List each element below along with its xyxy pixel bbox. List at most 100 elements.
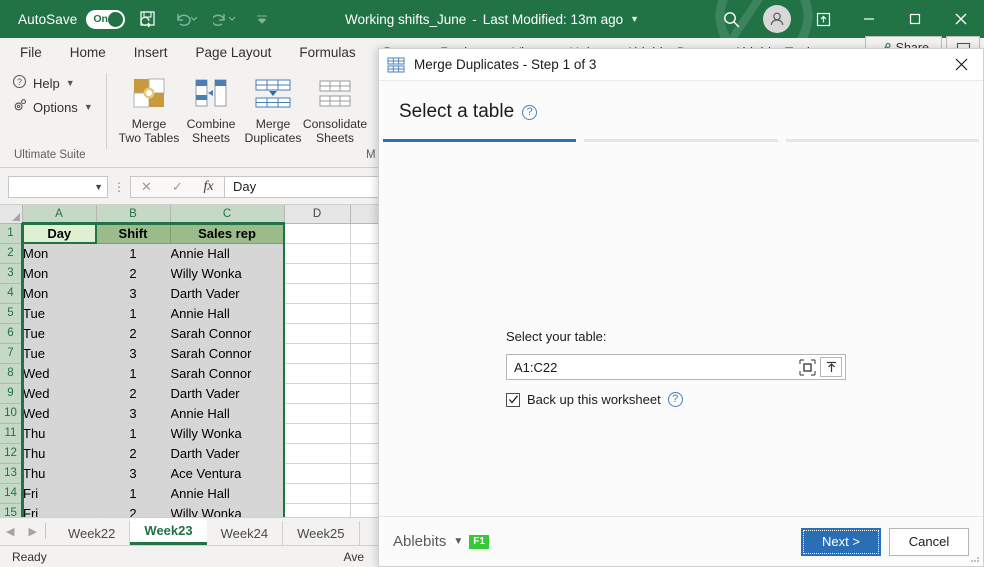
cell-a14[interactable]: Fri xyxy=(22,483,97,504)
cell-b13[interactable]: 3 xyxy=(96,463,171,484)
cell-d4[interactable] xyxy=(284,283,351,304)
cell-c6[interactable]: Sarah Connor xyxy=(170,323,285,344)
cell-c15[interactable]: Willy Wonka xyxy=(170,503,285,517)
merge-duplicates-button[interactable]: Merge Duplicates xyxy=(242,70,304,145)
tab-file[interactable]: File xyxy=(8,41,54,64)
cell-c2[interactable]: Annie Hall xyxy=(170,243,285,264)
cell-c7[interactable]: Sarah Connor xyxy=(170,343,285,364)
cell-d15[interactable] xyxy=(284,503,351,517)
cell-d6[interactable] xyxy=(284,323,351,344)
cell-d9[interactable] xyxy=(284,383,351,404)
cell-a7[interactable]: Tue xyxy=(22,343,97,364)
cell-d5[interactable] xyxy=(284,303,351,324)
ablebits-menu-button[interactable]: Ablebits ▼ xyxy=(393,533,463,550)
search-icon[interactable] xyxy=(708,0,754,38)
cell-c12[interactable]: Darth Vader xyxy=(170,443,285,464)
row-header-12[interactable]: 12 xyxy=(0,443,23,464)
row-header-3[interactable]: 3 xyxy=(0,263,23,284)
cell-c11[interactable]: Willy Wonka xyxy=(170,423,285,444)
ribbon-help-button[interactable]: ? Help ▼ xyxy=(10,71,110,95)
row-header-10[interactable]: 10 xyxy=(0,403,23,424)
cell-a11[interactable]: Thu xyxy=(22,423,97,444)
cell-a13[interactable]: Thu xyxy=(22,463,97,484)
row-header-7[interactable]: 7 xyxy=(0,343,23,364)
cell-c1[interactable]: Sales rep xyxy=(170,223,285,244)
cell-b12[interactable]: 2 xyxy=(96,443,171,464)
cell-d12[interactable] xyxy=(284,443,351,464)
autosave-toggle[interactable]: On xyxy=(86,9,126,29)
cell-b6[interactable]: 2 xyxy=(96,323,171,344)
cell-b7[interactable]: 3 xyxy=(96,343,171,364)
column-header-a[interactable]: A xyxy=(22,205,97,224)
cell-b9[interactable]: 2 xyxy=(96,383,171,404)
ribbon-options-button[interactable]: Options ▼ xyxy=(10,95,110,119)
row-header-4[interactable]: 4 xyxy=(0,283,23,304)
account-avatar-icon[interactable] xyxy=(754,0,800,38)
name-box[interactable]: ▼ xyxy=(8,175,108,198)
row-header-2[interactable]: 2 xyxy=(0,243,23,264)
cell-b2[interactable]: 1 xyxy=(96,243,171,264)
document-title[interactable]: Working shifts_June xyxy=(345,12,466,27)
cell-b10[interactable]: 3 xyxy=(96,403,171,424)
tab-insert[interactable]: Insert xyxy=(122,41,180,64)
cell-b5[interactable]: 1 xyxy=(96,303,171,324)
cell-d1[interactable] xyxy=(284,223,351,244)
cell-c13[interactable]: Ace Ventura xyxy=(170,463,285,484)
cell-c4[interactable]: Darth Vader xyxy=(170,283,285,304)
next-sheet-icon[interactable]: ▶ xyxy=(28,525,36,538)
f1-help-badge[interactable]: F1 xyxy=(469,534,489,549)
cell-c10[interactable]: Annie Hall xyxy=(170,403,285,424)
cancel-icon[interactable]: ✕ xyxy=(131,179,162,195)
cell-b3[interactable]: 2 xyxy=(96,263,171,284)
cell-a2[interactable]: Mon xyxy=(22,243,97,264)
cell-a1[interactable]: Day xyxy=(22,223,97,244)
cell-a9[interactable]: Wed xyxy=(22,383,97,404)
combine-sheets-button[interactable]: Combine Sheets xyxy=(180,70,242,145)
cell-a5[interactable]: Tue xyxy=(22,303,97,324)
next-button[interactable]: Next > xyxy=(801,527,881,556)
row-header-5[interactable]: 5 xyxy=(0,303,23,324)
cell-b11[interactable]: 1 xyxy=(96,423,171,444)
cancel-button[interactable]: Cancel xyxy=(889,527,969,556)
cell-d13[interactable] xyxy=(284,463,351,484)
cell-a3[interactable]: Mon xyxy=(22,263,97,284)
column-header-b[interactable]: B xyxy=(96,205,171,224)
cell-d3[interactable] xyxy=(284,263,351,284)
cell-d11[interactable] xyxy=(284,423,351,444)
cell-d10[interactable] xyxy=(284,403,351,424)
row-header-1[interactable]: 1 xyxy=(0,223,23,244)
close-icon[interactable] xyxy=(939,49,983,81)
help-circle-icon[interactable]: ? xyxy=(522,104,538,120)
collapse-dialog-icon[interactable] xyxy=(820,357,842,377)
chevron-down-icon[interactable]: ▼ xyxy=(94,182,103,192)
cell-d2[interactable] xyxy=(284,243,351,264)
consolidate-sheets-button[interactable]: Consolidate Sheets xyxy=(303,70,367,145)
row-header-13[interactable]: 13 xyxy=(0,463,23,484)
cell-a4[interactable]: Mon xyxy=(22,283,97,304)
table-range-value[interactable]: A1:C22 xyxy=(507,360,794,375)
row-header-8[interactable]: 8 xyxy=(0,363,23,384)
cell-b4[interactable]: 3 xyxy=(96,283,171,304)
table-range-field[interactable]: A1:C22 xyxy=(506,354,846,380)
maximize-icon[interactable] xyxy=(892,0,938,38)
row-header-6[interactable]: 6 xyxy=(0,323,23,344)
undo-icon[interactable] xyxy=(171,4,201,34)
merge-two-tables-button[interactable]: Merge Two Tables xyxy=(118,70,180,145)
row-header-15[interactable]: 15 xyxy=(0,503,23,517)
sheet-tab-week25[interactable]: Week25 xyxy=(283,521,360,545)
redo-icon[interactable] xyxy=(209,4,239,34)
cell-a12[interactable]: Thu xyxy=(22,443,97,464)
help-circle-icon[interactable]: ? xyxy=(667,392,683,407)
close-icon[interactable] xyxy=(938,0,984,38)
select-all-corner[interactable] xyxy=(0,205,23,224)
cell-b14[interactable]: 1 xyxy=(96,483,171,504)
previous-sheet-icon[interactable]: ◀ xyxy=(6,525,14,538)
cell-d14[interactable] xyxy=(284,483,351,504)
save-icon[interactable] xyxy=(133,4,163,34)
cell-b1[interactable]: Shift xyxy=(96,223,171,244)
cell-c5[interactable]: Annie Hall xyxy=(170,303,285,324)
column-header-d[interactable]: D xyxy=(284,205,351,224)
backup-worksheet-row[interactable]: Back up this worksheet ? xyxy=(506,392,683,407)
cell-d7[interactable] xyxy=(284,343,351,364)
row-header-14[interactable]: 14 xyxy=(0,483,23,504)
